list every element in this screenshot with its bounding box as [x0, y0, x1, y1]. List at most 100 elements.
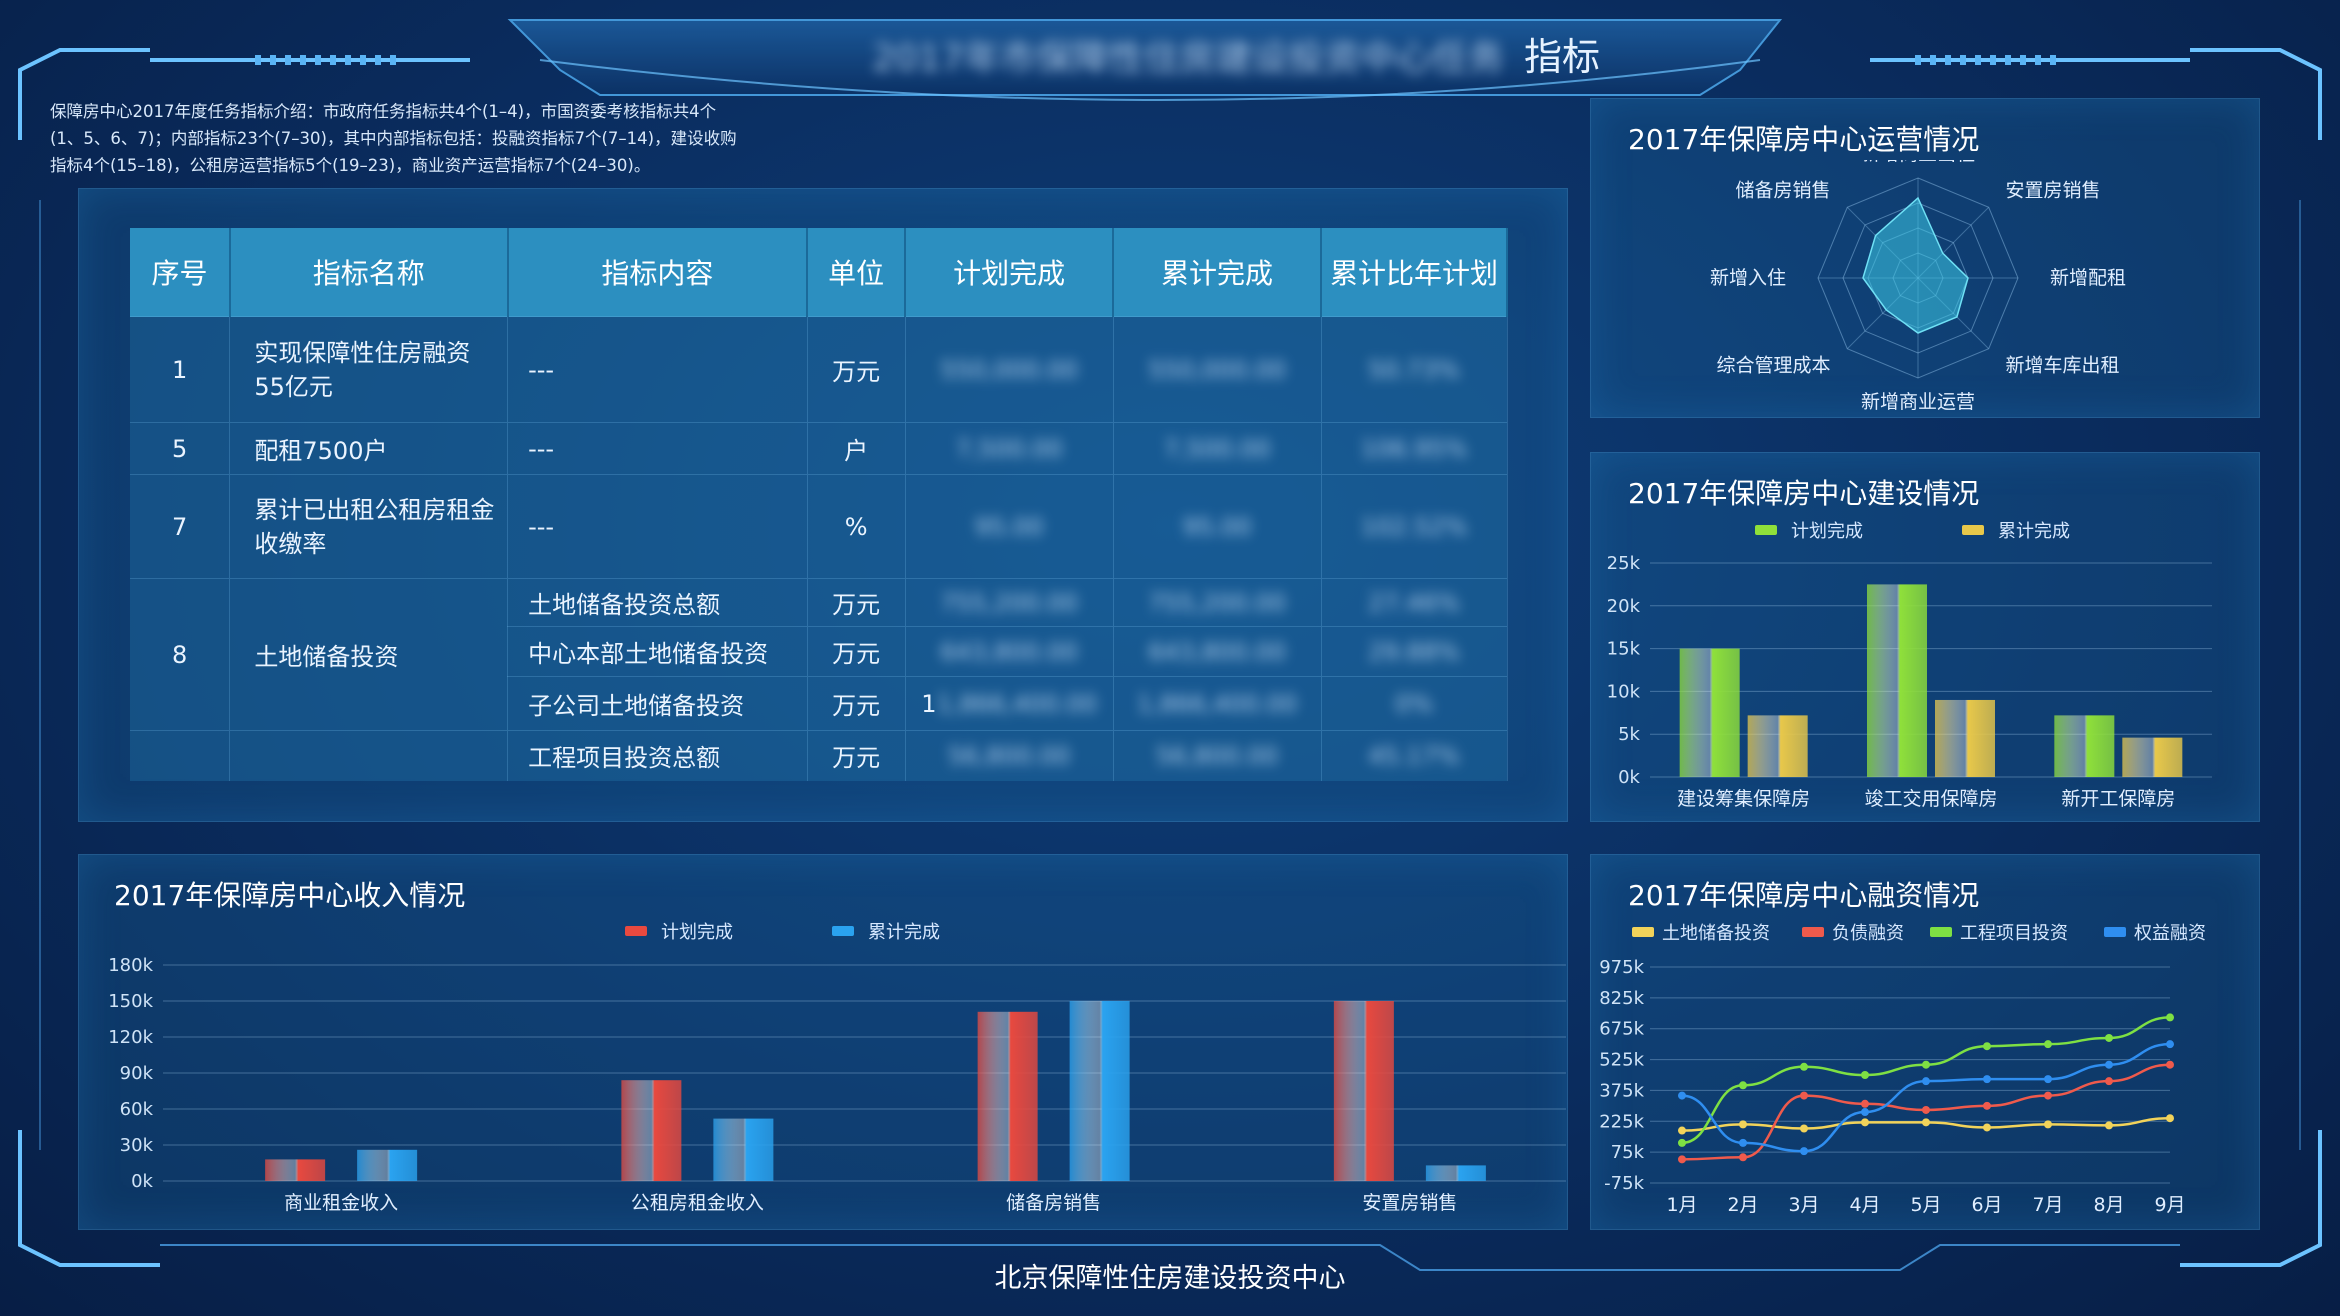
- series-point-3: [2044, 1075, 2052, 1084]
- col-header-content[interactable]: 指标内容: [507, 228, 809, 317]
- cell-plan: 7,500.00: [955, 434, 1063, 463]
- col-header-unit[interactable]: 单位: [807, 228, 907, 317]
- legend-label-fin-3: 权益融资: [2134, 923, 2206, 944]
- series-point-0: [2166, 1114, 2174, 1123]
- income-panel-title: 2017年保障房中心收入情况: [114, 879, 466, 912]
- cell-name: 累计已出租公租房租金收缴率: [229, 474, 509, 579]
- table-row[interactable]: 8 土地储备投资 土地储备投资总额 万元 755,200.00 755,200.…: [130, 578, 1508, 731]
- cell-content: 中心本部土地储备投资: [507, 626, 808, 677]
- y-tick-label: 120k: [108, 1027, 153, 1048]
- legend-label-fin-0: 土地储备投资: [1662, 923, 1770, 944]
- radar-indicator-label: 新增配租: [2050, 267, 2126, 289]
- x-tick-label: 8月: [2093, 1194, 2124, 1216]
- cell-plan: 755,200.00: [940, 588, 1078, 617]
- intro-text: 保障房中心2017年度任务指标介绍：市政府任务指标共4个(1–4)，市国资委考核…: [50, 102, 737, 175]
- legend-fin-0[interactable]: 土地储备投资: [1632, 919, 1770, 945]
- radar-indicator-label: 新增商业运营: [1861, 391, 1975, 410]
- x-category-label: 储备房销售: [1006, 1192, 1101, 1214]
- bar-plan: [1679, 648, 1740, 777]
- series-line-3: [1681, 1042, 2171, 1153]
- x-category-label: 公租房租金收入: [631, 1192, 764, 1214]
- table-row[interactable]: 7 累计已出租公租房租金收缴率 --- % 95.00 95.00 102.52…: [130, 474, 1508, 579]
- cell-ratio: 0%: [1394, 689, 1434, 718]
- legend-swatch-fin-1: [1802, 927, 1824, 937]
- cell-ratio: 27.46%: [1368, 588, 1460, 617]
- bar-cum: [1935, 699, 1995, 777]
- cell-plan: 550,000.00: [940, 355, 1078, 384]
- series-point-2: [1861, 1071, 1869, 1079]
- cell-unit: 万元: [807, 730, 906, 781]
- series-point-2: [1739, 1081, 1747, 1090]
- x-category-label: 商业租金收入: [284, 1192, 398, 1214]
- cell-ratio: 102.52%: [1360, 512, 1468, 541]
- y-tick-label: 375k: [1599, 1080, 1644, 1101]
- series-point-3: [1983, 1075, 1991, 1084]
- series-point-2: [2044, 1040, 2052, 1049]
- cell-ratio: 50.73%: [1368, 355, 1460, 384]
- series-point-1: [1983, 1101, 1991, 1110]
- radar-indicator-label: 新增商业出租: [1861, 160, 1975, 165]
- cell-content: ---: [507, 422, 808, 475]
- table-row[interactable]: 工程项目投资总额 万元 56,800.00 56,800.00 45.17%: [130, 730, 1508, 781]
- cell-name: 实现保障性住房融资55亿元: [229, 316, 509, 423]
- finance-chart: 975k 825k 675k 525k 375k 225k 75k -75k 1月 2月 3月 4月 5…: [1599, 957, 2185, 1216]
- series-point-3: [1739, 1138, 1747, 1147]
- cell-unit: 户: [807, 422, 906, 475]
- y-tick-label: 25k: [1607, 553, 1641, 574]
- series-point-2: [2105, 1033, 2113, 1042]
- x-tick-label: 2月: [1727, 1194, 1758, 1216]
- page-title: 2017年市保障性住房建设投资中心任务 指标: [700, 26, 1600, 86]
- col-header-no[interactable]: 序号: [130, 228, 231, 317]
- series-point-3: [2166, 1040, 2174, 1049]
- page-title-blurred: 2017年市保障性住房建设投资中心任务: [872, 38, 1504, 79]
- x-tick-label: 7月: [2032, 1194, 2063, 1216]
- legend-fin-1[interactable]: 负债融资: [1802, 919, 1904, 945]
- legend-fin-2[interactable]: 工程项目投资: [1930, 919, 2068, 945]
- footer-org-name: 北京保障性住房建设投资中心: [994, 1263, 1346, 1294]
- cell-no: 8: [130, 578, 231, 731]
- legend-swatch-income-cum: [832, 926, 854, 936]
- cell-unit: 万元: [807, 578, 906, 627]
- bar-cum: [1069, 1001, 1130, 1181]
- col-header-name[interactable]: 指标名称: [229, 228, 509, 317]
- col-header-cum[interactable]: 累计完成: [1113, 228, 1323, 317]
- legend-fin-3[interactable]: 权益融资: [2104, 919, 2206, 945]
- y-tick-label: 180k: [108, 955, 153, 976]
- series-point-0: [1739, 1120, 1747, 1129]
- cell-content: 工程项目投资总额: [507, 730, 808, 781]
- col-header-plan[interactable]: 计划完成: [905, 228, 1115, 317]
- series-point-2: [1922, 1060, 1930, 1069]
- cell-no-empty: [130, 730, 231, 781]
- y-tick-label: 60k: [120, 1099, 154, 1120]
- bar-plan: [265, 1159, 326, 1181]
- x-tick-label: 5月: [1910, 1194, 1941, 1216]
- y-tick-label: 975k: [1599, 957, 1644, 978]
- col-header-ratio[interactable]: 累计比年计划: [1321, 228, 1508, 317]
- series-point-1: [1922, 1105, 1930, 1114]
- radar-indicator-label: 安置房销售: [2005, 179, 2100, 201]
- x-tick-label: 6月: [1971, 1194, 2002, 1216]
- series-point-0: [1800, 1124, 1808, 1133]
- legend-label-fin-2: 工程项目投资: [1960, 923, 2068, 944]
- series-point-1: [2044, 1091, 2052, 1100]
- series-point-3: [1861, 1108, 1869, 1117]
- y-tick-label: 150k: [108, 991, 153, 1012]
- series-point-0: [2044, 1120, 2052, 1129]
- table-row[interactable]: 5 配租7500户 --- 户 7,500.00 7,500.00 106.95…: [130, 422, 1508, 475]
- x-tick-label: 9月: [2154, 1194, 2185, 1216]
- cell-content: 子公司土地储备投资: [507, 676, 808, 731]
- cell-name: 配租7500户: [229, 422, 509, 475]
- series-point-0: [1983, 1123, 1991, 1132]
- y-tick-label: 15k: [1607, 639, 1641, 660]
- cell-plan-prefix: 1: [921, 689, 937, 718]
- cell-unit: 万元: [807, 316, 906, 423]
- bar-cum: [2122, 737, 2183, 777]
- series-point-1: [1861, 1099, 1869, 1108]
- construction-chart: 25k 20k 15k 10k 5k 0k 建设筹集保障房 竣工交用保障房 新开工保障房: [1607, 553, 2212, 810]
- series-point-0: [1678, 1126, 1686, 1135]
- cell-plan: 95.00: [974, 512, 1044, 541]
- table-row[interactable]: 1 实现保障性住房融资55亿元 --- 万元 550,000.00 550,00…: [130, 316, 1508, 423]
- y-tick-label: 0k: [131, 1171, 153, 1192]
- radar-value-area: [1862, 196, 1969, 334]
- bar-plan: [2054, 715, 2115, 777]
